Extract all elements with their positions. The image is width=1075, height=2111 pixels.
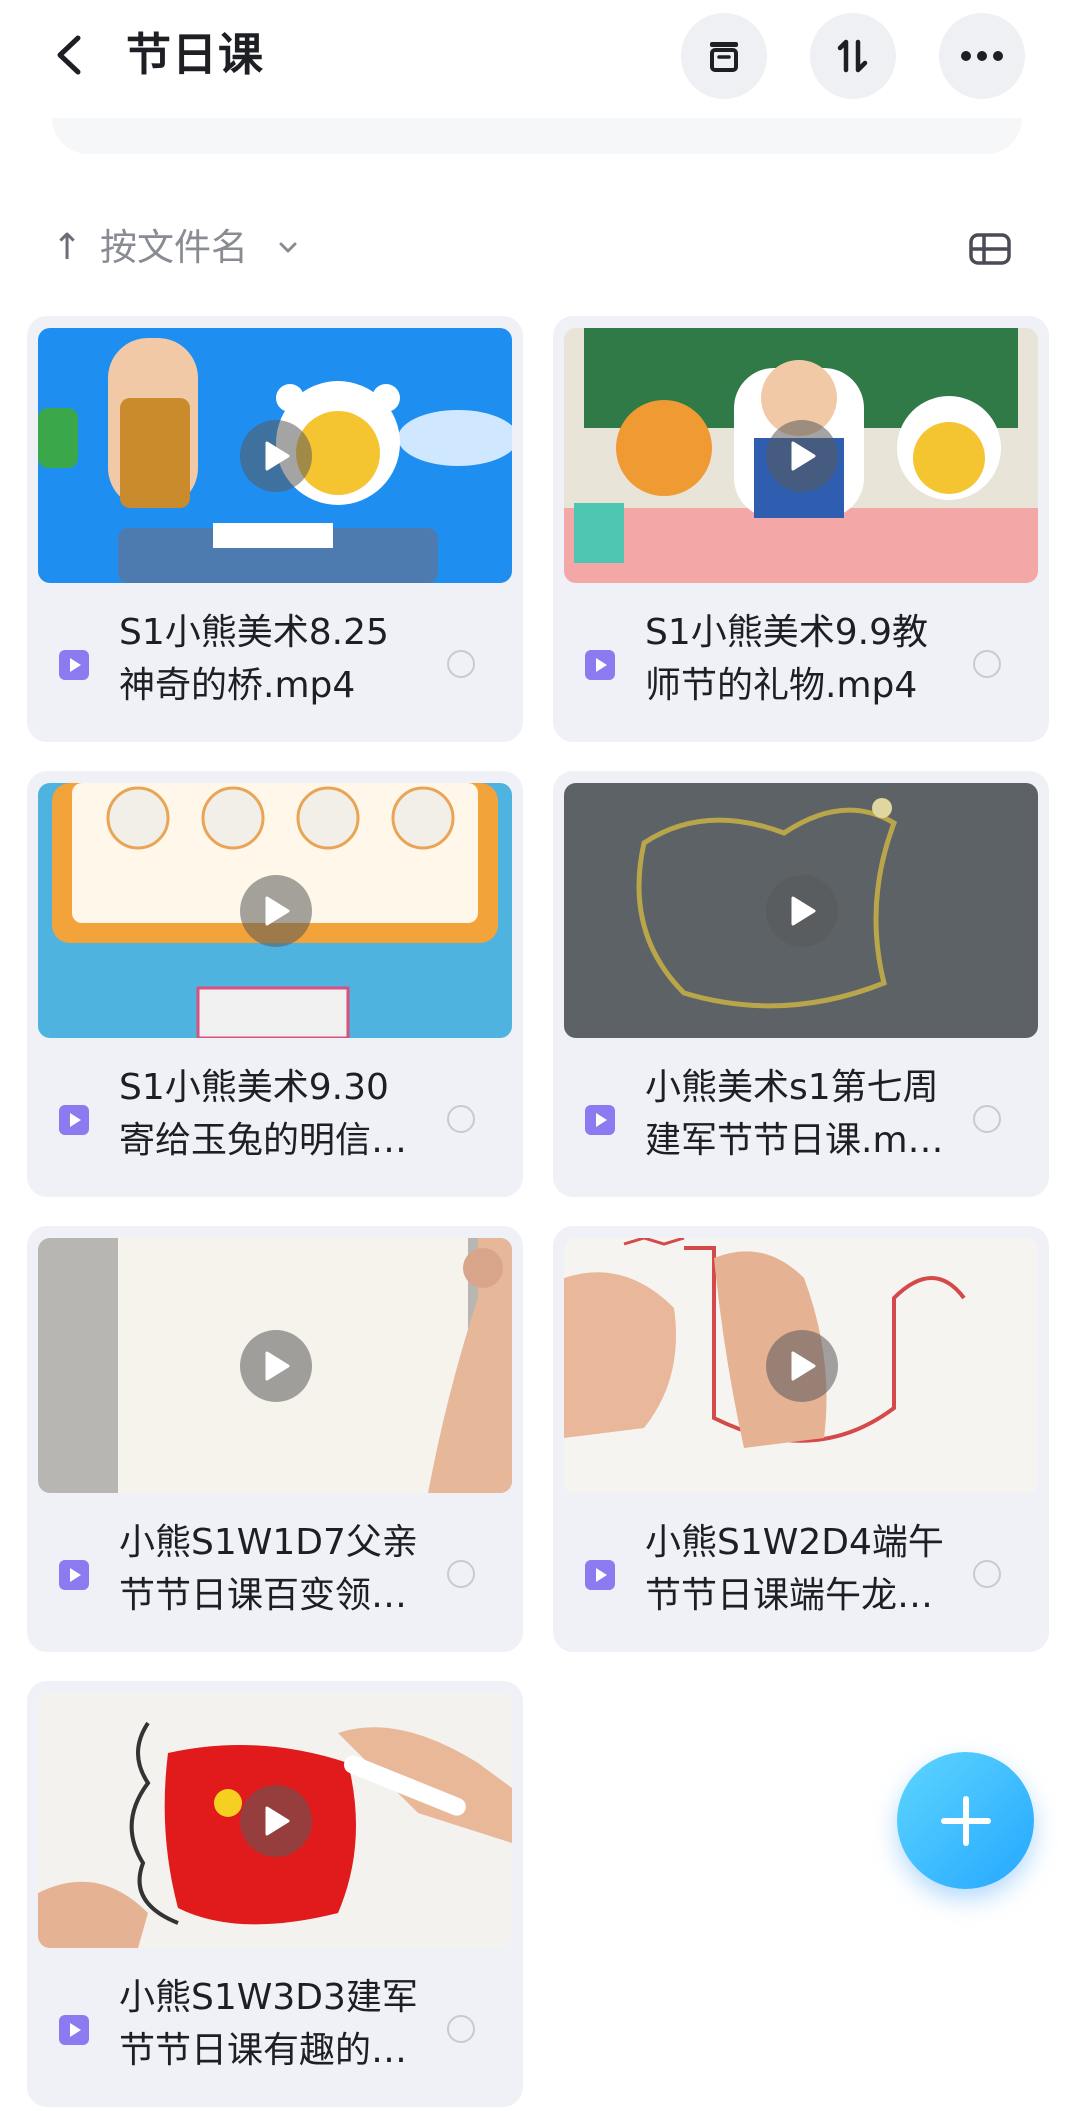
video-thumbnail[interactable] xyxy=(564,783,1038,1038)
play-icon xyxy=(791,896,816,926)
add-button[interactable] xyxy=(897,1752,1034,1889)
file-name[interactable]: 小熊S1W3D3建军节节日课有趣的坦克.mp4 xyxy=(119,1971,419,2077)
file-name[interactable]: S1小熊美术9.9教师节的礼物.mp4 xyxy=(645,606,945,712)
file-name[interactable]: 小熊S1W2D4端午节节日课端午龙舟.mp4 xyxy=(645,1516,945,1622)
file-name[interactable]: S1小熊美术8.25神奇的桥.mp4 xyxy=(119,606,419,712)
video-thumbnail[interactable] xyxy=(564,1238,1038,1493)
play-button[interactable] xyxy=(240,1330,312,1402)
play-button[interactable] xyxy=(240,420,312,492)
file-name[interactable]: 小熊S1W1D7父亲节节日课百变领带.mp4 xyxy=(119,1516,419,1622)
video-file-icon xyxy=(59,2015,89,2045)
video-thumbnail[interactable] xyxy=(38,1238,512,1493)
play-icon xyxy=(791,441,816,471)
select-checkbox[interactable] xyxy=(973,1105,1001,1133)
archive-icon xyxy=(710,42,738,72)
select-checkbox[interactable] xyxy=(447,2015,475,2043)
video-file-icon xyxy=(59,1560,89,1590)
video-file-icon xyxy=(585,1105,615,1135)
more-icon xyxy=(961,51,1003,61)
more-button[interactable] xyxy=(939,13,1025,99)
header-bar: 节日课 xyxy=(0,0,1075,115)
search-bar-edge xyxy=(52,118,1022,154)
file-card[interactable]: 小熊S1W1D7父亲节节日课百变领带.mp4 xyxy=(27,1226,523,1652)
video-thumbnail[interactable] xyxy=(564,328,1038,583)
play-icon xyxy=(265,1806,290,1836)
sort-field-label[interactable]: 按文件名 xyxy=(100,224,248,272)
video-file-icon xyxy=(585,1560,615,1590)
file-card[interactable]: S1小熊美术8.25神奇的桥.mp4 xyxy=(27,316,523,742)
back-button[interactable] xyxy=(48,26,98,84)
play-button[interactable] xyxy=(240,1785,312,1857)
sort-button[interactable] xyxy=(810,13,896,99)
select-checkbox[interactable] xyxy=(447,1105,475,1133)
plus-icon xyxy=(940,1795,991,1846)
chevron-down-icon[interactable] xyxy=(276,238,300,258)
video-thumbnail[interactable] xyxy=(38,328,512,583)
select-checkbox[interactable] xyxy=(973,1560,1001,1588)
file-name[interactable]: 小熊美术s1第七周建军节节日课.mp4 xyxy=(645,1061,945,1167)
file-card[interactable]: 小熊S1W3D3建军节节日课有趣的坦克.mp4 xyxy=(27,1681,523,2107)
video-file-icon xyxy=(59,650,89,680)
archive-button[interactable] xyxy=(681,13,767,99)
select-checkbox[interactable] xyxy=(447,1560,475,1588)
play-button[interactable] xyxy=(766,420,838,492)
file-name[interactable]: S1小熊美术9.30寄给玉兔的明信片.mp4 xyxy=(119,1061,419,1167)
select-checkbox[interactable] xyxy=(447,650,475,678)
sort-bar: ↑ 按文件名 xyxy=(0,210,1075,288)
list-view-icon[interactable] xyxy=(968,232,1012,266)
sort-icon xyxy=(837,39,868,73)
chevron-left-icon xyxy=(57,35,81,75)
page-title: 节日课 xyxy=(126,28,265,81)
video-thumbnail[interactable] xyxy=(38,1693,512,1948)
play-icon xyxy=(265,896,290,926)
file-card[interactable]: 小熊S1W2D4端午节节日课端午龙舟.mp4 xyxy=(553,1226,1049,1652)
play-icon xyxy=(265,1351,290,1381)
video-thumbnail[interactable] xyxy=(38,783,512,1038)
file-card[interactable]: S1小熊美术9.9教师节的礼物.mp4 xyxy=(553,316,1049,742)
sort-direction-icon[interactable]: ↑ xyxy=(52,224,82,272)
play-button[interactable] xyxy=(766,875,838,947)
video-file-icon xyxy=(59,1105,89,1135)
file-card[interactable]: S1小熊美术9.30寄给玉兔的明信片.mp4 xyxy=(27,771,523,1197)
play-icon xyxy=(265,441,290,471)
file-card[interactable]: 小熊美术s1第七周建军节节日课.mp4 xyxy=(553,771,1049,1197)
play-icon xyxy=(791,1351,816,1381)
select-checkbox[interactable] xyxy=(973,650,1001,678)
play-button[interactable] xyxy=(766,1330,838,1402)
video-file-icon xyxy=(585,650,615,680)
play-button[interactable] xyxy=(240,875,312,947)
